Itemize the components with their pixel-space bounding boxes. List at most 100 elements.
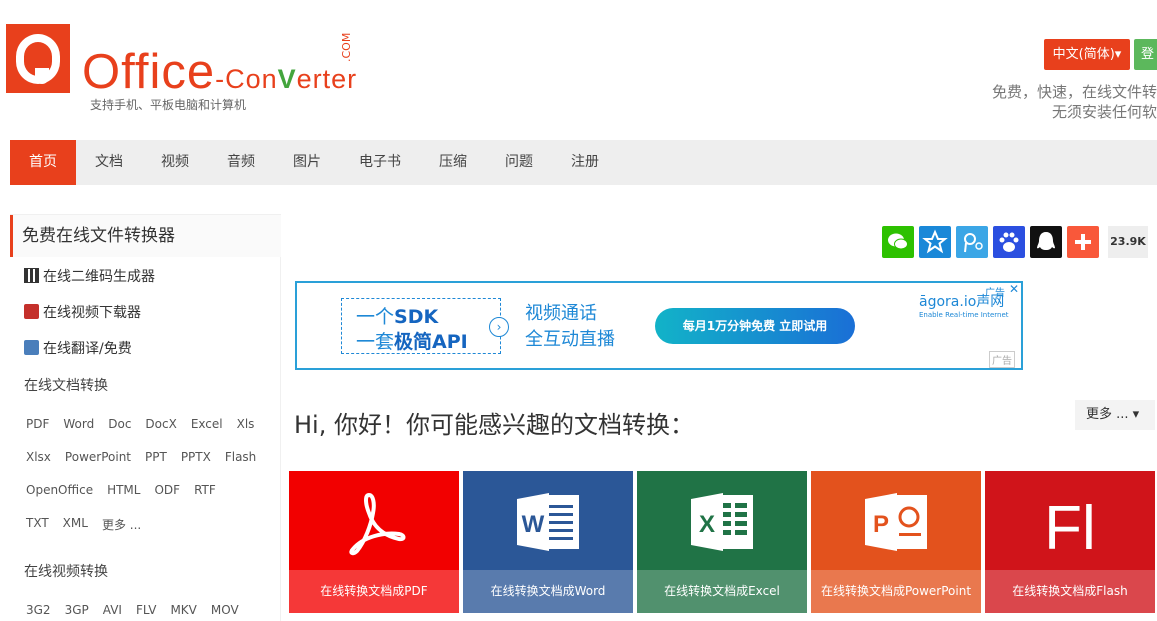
tile-caption: 在线转换文档成Word <box>463 570 633 613</box>
nav-item-archives[interactable]: 压缩 <box>420 140 486 185</box>
tencent-weibo-icon[interactable] <box>956 226 988 258</box>
nav-item-audio[interactable]: 音频 <box>208 140 274 185</box>
ad-label: 广告 <box>985 288 1005 299</box>
tile-excel[interactable]: X 在线转换文档成Excel <box>637 471 807 613</box>
ad-mid-line-2: 全互动直播 <box>525 329 615 350</box>
nav-item-documents[interactable]: 文档 <box>76 140 142 185</box>
close-icon[interactable]: ✕ <box>1009 282 1019 296</box>
format-link[interactable]: MKV <box>168 603 198 617</box>
format-link[interactable]: 3GP <box>63 603 91 617</box>
format-link[interactable]: Flash <box>223 450 258 464</box>
format-link[interactable]: Word <box>61 417 96 431</box>
tagline-line-2: 无须安装任何软 <box>1051 103 1157 121</box>
tile-powerpoint[interactable]: P 在线转换文档成PowerPoint <box>811 471 981 613</box>
nav-item-home[interactable]: 首页 <box>10 140 76 185</box>
format-link[interactable]: Doc <box>106 417 133 431</box>
svg-text:W: W <box>522 511 545 538</box>
format-link[interactable]: TXT <box>24 516 51 533</box>
header-tagline: 免费，快速，在线文件转 无须安装任何软 <box>900 82 1157 122</box>
format-link[interactable]: FLV <box>134 603 158 617</box>
doc-format-row: Xlsx PowerPoint PPT PPTX Flash <box>24 450 258 464</box>
site-logo[interactable]: Office-ConVerter .COM 支持手机、平板电脑和计算机 <box>6 24 358 114</box>
sidebar-item-qrcode[interactable]: 在线二维码生成器 <box>24 266 155 286</box>
nav-item-ebooks[interactable]: 电子书 <box>340 140 420 185</box>
qrcode-icon <box>24 268 39 283</box>
format-link[interactable]: Excel <box>189 417 225 431</box>
format-link[interactable]: HTML <box>105 483 142 497</box>
login-button[interactable]: 登 <box>1134 39 1157 70</box>
nav-item-images[interactable]: 图片 <box>274 140 340 185</box>
site-header: Office-ConVerter .COM 支持手机、平板电脑和计算机 中文(简… <box>0 0 1157 140</box>
tile-word[interactable]: W 在线转换文档成Word <box>463 471 633 613</box>
sidebar-item-translate[interactable]: 在线翻译/免费 <box>24 338 132 358</box>
qzone-icon[interactable] <box>919 226 951 258</box>
wechat-icon[interactable] <box>882 226 914 258</box>
doc-format-row: OpenOffice HTML ODF RTF <box>24 483 218 497</box>
doc-section-label: 在线文档转换 <box>24 378 108 394</box>
sidebar: 免费在线文件转换器 在线二维码生成器 在线视频下载器 在线翻译/免费 在线文档转… <box>10 214 281 621</box>
format-link[interactable]: ODF <box>152 483 182 497</box>
format-link[interactable]: PPT <box>143 450 169 464</box>
sidebar-item-label: 在线二维码生成器 <box>43 269 155 285</box>
tile-pdf[interactable]: 在线转换文档成PDF <box>289 471 459 613</box>
chevron-right-icon: › <box>489 317 509 337</box>
format-more-link[interactable]: 更多 ... <box>100 516 143 533</box>
word-icon: W <box>517 493 579 551</box>
pdf-icon <box>349 492 406 556</box>
format-link[interactable]: PDF <box>24 417 51 431</box>
format-link[interactable]: AVI <box>101 603 124 617</box>
sidebar-item-video-downloader[interactable]: 在线视频下载器 <box>24 302 141 322</box>
nav-item-register[interactable]: 注册 <box>552 140 618 185</box>
ad-line-1: 一个SDK <box>356 306 439 328</box>
sidebar-title: 免费在线文件转换器 <box>10 215 281 257</box>
tile-caption: 在线转换文档成Excel <box>637 570 807 613</box>
logo-subtitle: 支持手机、平板电脑和计算机 <box>90 98 247 112</box>
share-bar: 23.9K <box>882 226 1148 258</box>
nav-item-video[interactable]: 视频 <box>142 140 208 185</box>
flash-icon: Fl <box>1044 494 1096 557</box>
tile-caption: 在线转换文档成Flash <box>985 570 1155 613</box>
format-link[interactable]: Xls <box>235 417 257 431</box>
main-nav: 首页 文档 视频 音频 图片 电子书 压缩 问题 注册 <box>10 140 1157 185</box>
qq-icon[interactable] <box>1030 226 1062 258</box>
ad-mid-line-1: 视频通话 <box>525 303 597 324</box>
ad-line-2: 一套极简API <box>356 331 468 353</box>
logo-com: .COM <box>340 32 353 62</box>
plus-share-icon[interactable] <box>1067 226 1099 258</box>
doc-format-row: TXT XML 更多 ... <box>24 516 143 533</box>
ad-middle-text: 视频通话 全互动直播 <box>525 301 615 353</box>
svg-text:Fl: Fl <box>1044 494 1096 557</box>
tile-caption: 在线转换文档成PowerPoint <box>811 570 981 613</box>
sidebar-item-label: 在线翻译/免费 <box>43 341 132 357</box>
youtube-icon <box>24 304 39 319</box>
format-link[interactable]: OpenOffice <box>24 483 95 497</box>
excel-icon: X <box>691 493 753 551</box>
translate-icon <box>24 340 39 355</box>
format-link[interactable]: RTF <box>192 483 218 497</box>
ad-sdk-box: 一个SDK 一套极简API <box>341 298 501 354</box>
share-count: 23.9K <box>1108 226 1148 258</box>
format-link[interactable]: MOV <box>209 603 241 617</box>
tile-flash[interactable]: Fl 在线转换文档成Flash <box>985 471 1155 613</box>
video-section-label: 在线视频转换 <box>24 564 108 580</box>
ad-cta-button[interactable]: 每月1万分钟免费 立即试用 <box>655 308 855 344</box>
format-link[interactable]: XML <box>61 516 90 533</box>
doc-format-row: PDF Word Doc DocX Excel Xls <box>24 417 256 431</box>
logo-mark <box>6 24 70 93</box>
format-link[interactable]: Xlsx <box>24 450 53 464</box>
format-link[interactable]: 3G2 <box>24 603 53 617</box>
format-link[interactable]: PowerPoint <box>63 450 133 464</box>
format-link[interactable]: DocX <box>143 417 178 431</box>
more-dropdown-button[interactable]: 更多 ... ▾ <box>1075 400 1155 430</box>
ad-banner[interactable]: 一个SDK 一套极简API › 视频通话 全互动直播 每月1万分钟免费 立即试用… <box>295 281 1023 370</box>
nav-item-faq[interactable]: 问题 <box>486 140 552 185</box>
format-link[interactable]: PPTX <box>179 450 213 464</box>
tile-caption: 在线转换文档成PDF <box>289 570 459 613</box>
logo-wordmark: Office-ConVerter <box>82 45 358 99</box>
language-select-button[interactable]: 中文(简体)▾ <box>1044 39 1130 70</box>
conversion-tiles: 在线转换文档成PDF W 在线转换文档成Word X 在线转换文档成Excel … <box>289 471 1155 613</box>
baidu-icon[interactable] <box>993 226 1025 258</box>
ad-label-bottom: 广告 <box>989 351 1015 368</box>
svg-text:X: X <box>699 511 715 538</box>
sidebar-item-label: 在线视频下载器 <box>43 305 141 321</box>
